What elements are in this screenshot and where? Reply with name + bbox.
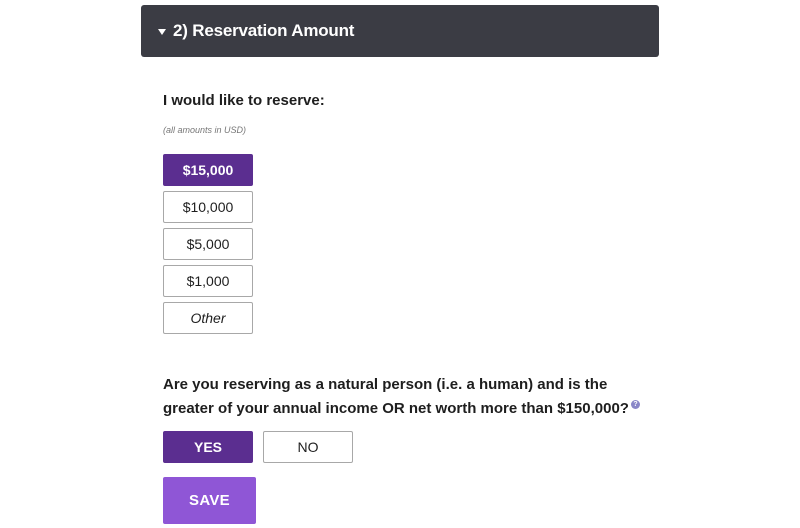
section-header-reservation-amount[interactable]: 2) Reservation Amount	[141, 5, 659, 57]
amount-option-5000[interactable]: $5,000	[163, 228, 253, 260]
amount-option-15000[interactable]: $15,000	[163, 154, 253, 186]
amount-option-1000[interactable]: $1,000	[163, 265, 253, 297]
no-button[interactable]: NO	[263, 431, 353, 463]
save-button[interactable]: SAVE	[163, 477, 256, 524]
reserve-question: I would like to reserve:	[163, 92, 325, 109]
triangle-down-icon	[158, 28, 166, 35]
yes-button[interactable]: YES	[163, 431, 253, 463]
question-mark-icon[interactable]: ?	[630, 400, 640, 409]
accreditation-question: Are you reserving as a natural person (i…	[163, 373, 643, 421]
amount-option-other[interactable]: Other	[163, 302, 253, 334]
yes-no-group: YES NO	[163, 431, 363, 463]
accreditation-question-text: Are you reserving as a natural person (i…	[163, 376, 629, 417]
currency-note: (all amounts in USD)	[163, 125, 247, 135]
amount-options: $15,000 $10,000 $5,000 $1,000 Other	[163, 154, 253, 339]
amount-option-10000[interactable]: $10,000	[163, 191, 253, 223]
section-title: 2) Reservation Amount	[173, 21, 355, 40]
